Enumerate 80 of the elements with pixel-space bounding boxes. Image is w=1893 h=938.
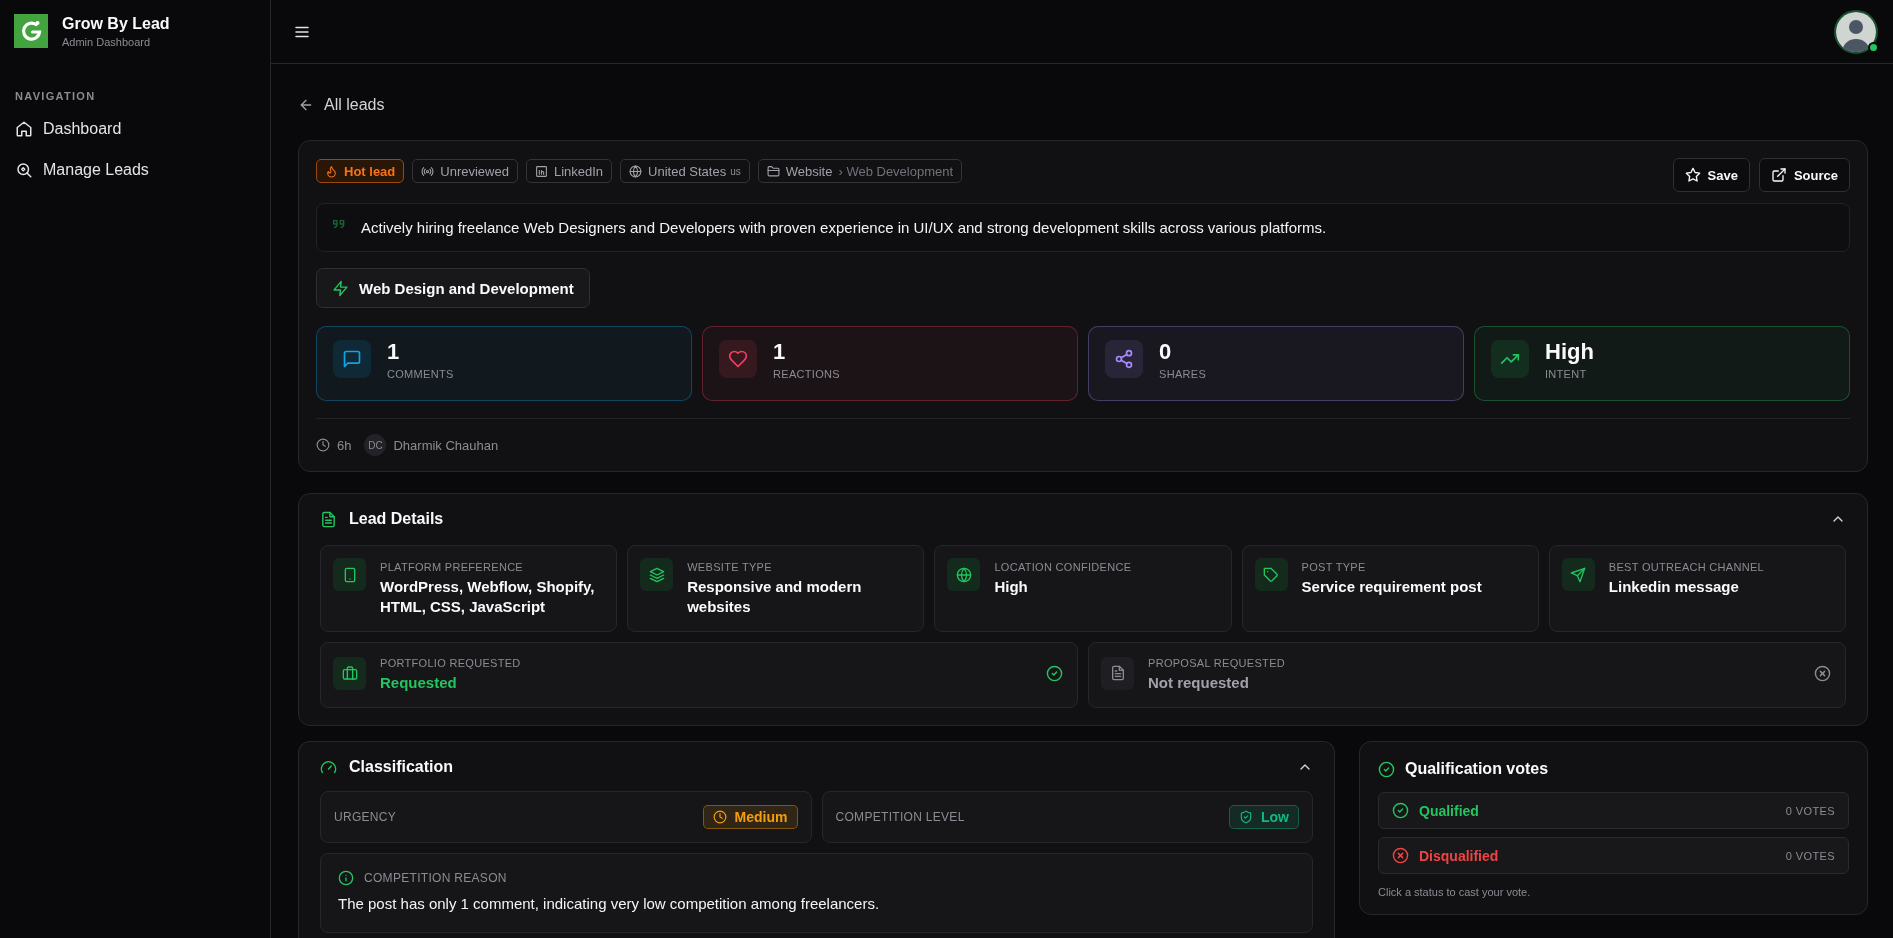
detail-label: WEBSITE TYPE	[687, 561, 773, 573]
check-circle-icon	[1392, 802, 1409, 819]
detail-label: POST TYPE	[1301, 561, 1367, 573]
nav-item[interactable]: Manage Leads	[14, 153, 256, 187]
info-icon	[338, 870, 354, 886]
request-value: Not requested	[1148, 672, 1250, 693]
post-time: 6h	[337, 437, 352, 453]
briefcase-icon	[341, 665, 358, 681]
stat-value: 1	[387, 339, 401, 365]
detail-label: PLATFORM PREFERENCE	[380, 561, 524, 573]
check-circle-icon	[1378, 760, 1395, 778]
author-name: Dharmik Chauhan	[393, 437, 499, 453]
send-icon	[1570, 566, 1587, 583]
brand-name: Grow By Lead	[62, 14, 170, 33]
stat-label: COMMENTS	[387, 368, 454, 380]
reason-label: COMPETITION REASON	[364, 871, 507, 885]
detail-value: Linkedin message	[1608, 577, 1740, 597]
detail-value: WordPress, Webflow, Shopify, HTML, CSS, JavaScript	[380, 577, 596, 616]
rating-label: COMPETITION LEVEL	[835, 810, 965, 824]
detail-label: LOCATION CONFIDENCE	[994, 561, 1132, 573]
tag: Unreviewed	[412, 159, 518, 183]
section-title: Classification	[349, 758, 455, 776]
nav-item[interactable]: Dashboard	[14, 112, 256, 146]
tag: United States us	[620, 159, 750, 183]
folder-icon	[766, 164, 780, 178]
request-label: PROPOSAL REQUESTED	[1148, 656, 1287, 669]
stat-label: SHARES	[1159, 368, 1207, 380]
nav-heading: NAVIGATION	[15, 90, 97, 102]
lightning-icon	[332, 279, 349, 297]
star-icon	[1684, 167, 1701, 183]
section-title: Lead Details	[349, 510, 445, 528]
back-link[interactable]: All leads	[298, 96, 385, 114]
stat-value: High	[1545, 339, 1594, 365]
globe-icon	[629, 164, 643, 178]
clock-icon	[316, 438, 330, 452]
avatar[interactable]	[1834, 9, 1878, 54]
source-button[interactable]: Source	[1758, 158, 1850, 192]
detail-value: Responsive and modern websites	[687, 577, 863, 616]
home-icon	[15, 120, 33, 138]
stat-label: REACTIONS	[773, 368, 840, 380]
rating-label: URGENCY	[334, 810, 397, 824]
tag: Website › Web Development	[757, 159, 963, 183]
gauge-icon	[320, 758, 337, 776]
detail-value: High	[994, 577, 1029, 597]
external-link-icon	[1770, 167, 1787, 183]
request-value: Requested	[380, 672, 458, 693]
request-label: PORTFOLIO REQUESTED	[380, 656, 522, 669]
x-circle-icon	[1392, 847, 1409, 864]
document-icon	[320, 510, 337, 528]
author-avatar: DC	[364, 434, 387, 456]
layers-icon	[648, 566, 665, 583]
stat-label: INTENT	[1545, 368, 1588, 380]
logo-icon	[14, 14, 48, 48]
save-button[interactable]: Save	[1672, 158, 1750, 192]
tag: LinkedIn	[525, 159, 613, 183]
reason-text: The post has only 1 comment, indicating very low competition among freelancers.	[338, 895, 881, 912]
arrow-left-icon	[298, 97, 314, 113]
clock-icon	[712, 810, 727, 824]
detail-value: Service requirement post	[1301, 577, 1482, 597]
vote-option[interactable]: Disqualified 0 VOTES	[1378, 837, 1849, 874]
flame-icon	[325, 164, 338, 178]
vote-option[interactable]: Qualified 0 VOTES	[1378, 792, 1849, 829]
square-logo-icon	[534, 164, 548, 178]
search-icon	[15, 161, 33, 179]
document-icon	[1109, 665, 1126, 681]
stat-value: 0	[1159, 339, 1173, 365]
detail-label: BEST OUTREACH CHANNEL	[1608, 561, 1765, 573]
brand-subtitle: Admin Dashboard	[62, 35, 152, 48]
tag-icon	[1263, 566, 1280, 583]
rating-badge: Low	[1229, 805, 1299, 829]
quote-text: Actively hiring freelance Web Designers and Developers with proven experience in UI/UX and strong development skills across various platforms.	[361, 219, 1327, 236]
tag: Hot lead	[316, 159, 405, 183]
section-title: Qualification votes	[1405, 760, 1550, 778]
broadcast-icon	[421, 164, 435, 178]
vote-hint: Click a status to cast your vote.	[1378, 886, 1532, 898]
globe-icon	[955, 566, 972, 583]
stat-value: 1	[773, 339, 787, 365]
rating-badge: Medium	[702, 805, 798, 829]
category-chip: Web Design and Development	[316, 268, 590, 308]
shield-check-icon	[1239, 810, 1253, 824]
